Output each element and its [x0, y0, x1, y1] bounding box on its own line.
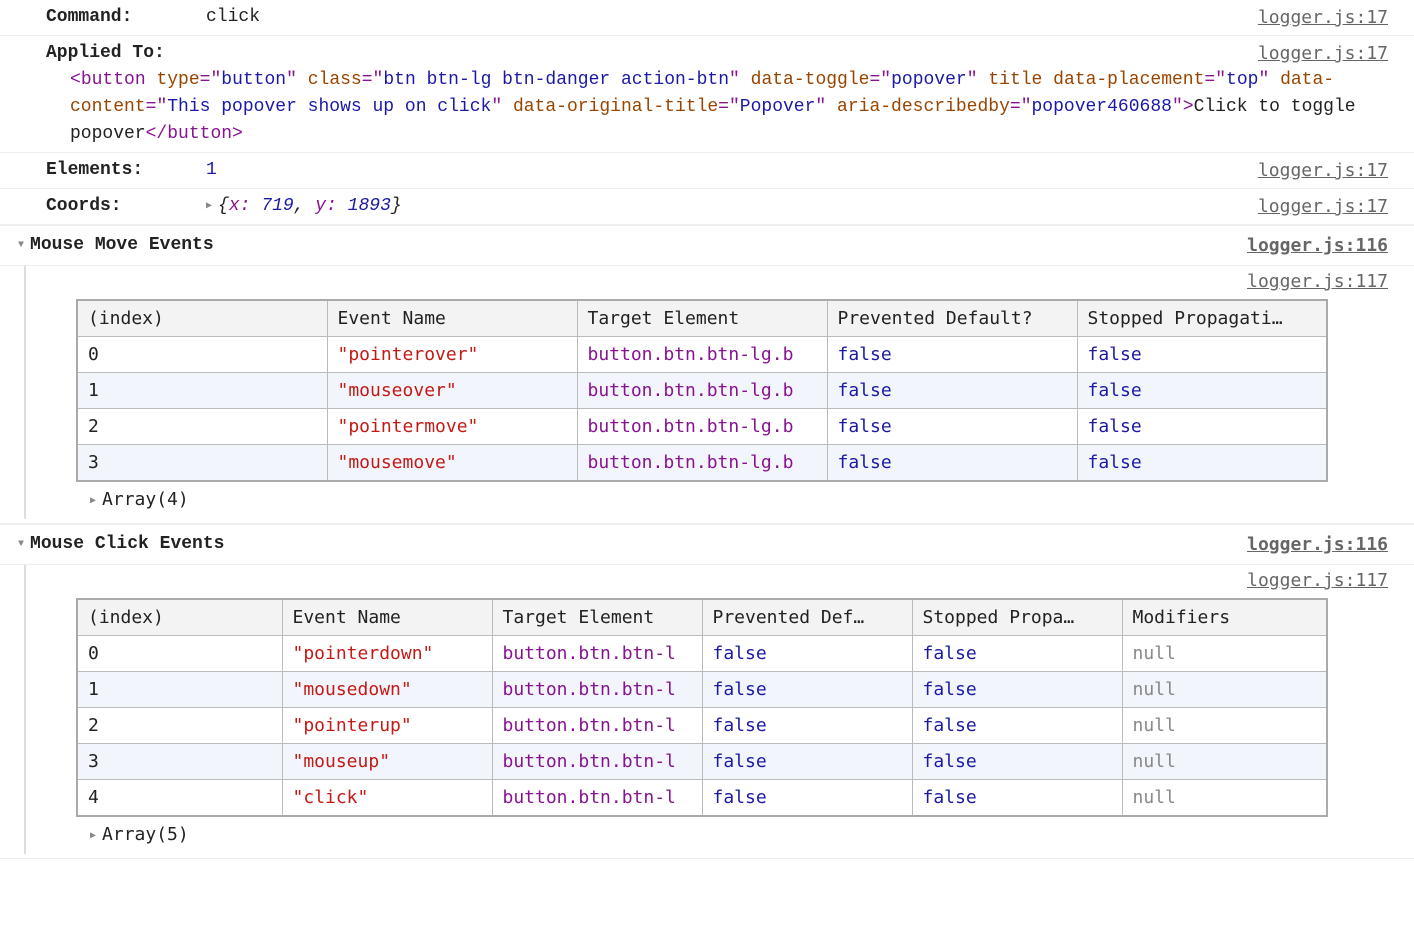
table-header[interactable]: (index) [77, 300, 327, 337]
source-link[interactable]: logger.js:17 [1258, 40, 1388, 67]
applied-to-html: <button type="button" class="btn btn-lg … [46, 67, 1414, 148]
chevron-down-icon[interactable] [18, 531, 30, 558]
group-header[interactable]: Mouse Move Events logger.js:116 [0, 225, 1414, 266]
value-command: click [206, 4, 1258, 31]
table-header[interactable]: Target Element [577, 300, 827, 337]
source-link[interactable]: logger.js:17 [1258, 4, 1388, 31]
console-row-elements: Elements: 1 logger.js:17 [0, 153, 1414, 189]
table-header[interactable]: Stopped Propagati… [1077, 300, 1327, 337]
table-header[interactable]: Modifiers [1122, 599, 1327, 636]
source-link[interactable]: logger.js:116 [1247, 232, 1388, 259]
console-row-command: Command: click logger.js:17 [0, 0, 1414, 36]
console-row-applied-to: Applied To: logger.js:17 <button type="b… [0, 36, 1414, 153]
source-link[interactable]: logger.js:17 [1258, 157, 1388, 184]
table-header[interactable]: Prevented Default? [827, 300, 1077, 337]
group-title: Mouse Move Events [30, 232, 214, 259]
source-link[interactable]: logger.js:116 [1247, 531, 1388, 558]
console-row-coords: Coords: {x: 719, y: 1893} logger.js:17 [0, 189, 1414, 225]
table-row[interactable]: 4"click"button.btn.btn-lfalsefalsenull [77, 780, 1327, 817]
chevron-down-icon[interactable] [18, 232, 30, 259]
table-header[interactable]: Prevented Def… [702, 599, 912, 636]
table-row[interactable]: 3"mouseup"button.btn.btn-lfalsefalsenull [77, 744, 1327, 780]
table-row[interactable]: 0"pointerdown"button.btn.btn-lfalsefalse… [77, 636, 1327, 672]
array-summary[interactable]: Array(4) [76, 484, 1414, 519]
chevron-right-icon[interactable] [206, 196, 218, 216]
source-link[interactable]: logger.js:117 [1247, 268, 1388, 295]
chevron-right-icon[interactable] [90, 489, 102, 510]
table-row[interactable]: 3"mousemove"button.btn.btn-lg.bfalsefals… [77, 445, 1327, 482]
array-summary[interactable]: Array(5) [76, 819, 1414, 854]
chevron-right-icon[interactable] [90, 824, 102, 845]
table-row[interactable]: 1"mousedown"button.btn.btn-lfalsefalsenu… [77, 672, 1327, 708]
label-applied-to: Applied To: [46, 40, 206, 67]
label-elements: Elements: [46, 157, 206, 184]
table-row[interactable]: 2"pointerup"button.btn.btn-lfalsefalsenu… [77, 708, 1327, 744]
table-header[interactable]: Event Name [327, 300, 577, 337]
console-table: (index)Event NameTarget ElementPrevented… [76, 299, 1328, 482]
table-header[interactable]: Stopped Propa… [912, 599, 1122, 636]
group-header[interactable]: Mouse Click Events logger.js:116 [0, 524, 1414, 565]
source-link[interactable]: logger.js:117 [1247, 567, 1388, 594]
value-coords[interactable]: {x: 719, y: 1893} [206, 193, 1258, 220]
group-title: Mouse Click Events [30, 531, 224, 558]
console-table: (index)Event NameTarget ElementPrevented… [76, 598, 1328, 817]
table-row[interactable]: 0"pointerover"button.btn.btn-lg.bfalsefa… [77, 337, 1327, 373]
table-row[interactable]: 2"pointermove"button.btn.btn-lg.bfalsefa… [77, 409, 1327, 445]
label-coords: Coords: [46, 193, 206, 220]
label-command: Command: [46, 4, 206, 31]
table-header[interactable]: Target Element [492, 599, 702, 636]
source-link[interactable]: logger.js:17 [1258, 193, 1388, 220]
table-header[interactable]: Event Name [282, 599, 492, 636]
value-elements: 1 [206, 157, 1258, 184]
table-row[interactable]: 1"mouseover"button.btn.btn-lg.bfalsefals… [77, 373, 1327, 409]
table-header[interactable]: (index) [77, 599, 282, 636]
